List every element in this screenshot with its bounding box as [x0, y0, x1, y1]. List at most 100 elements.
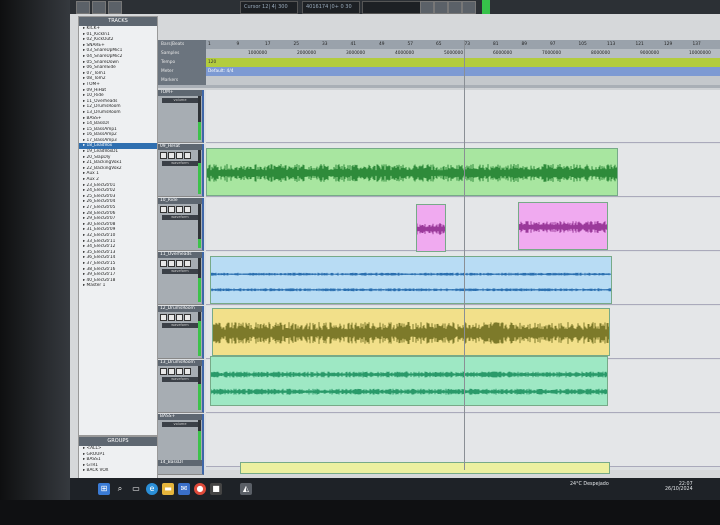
weather-text[interactable]: 24°C Despejado	[570, 482, 609, 487]
level-meter	[198, 366, 201, 410]
chrome-icon[interactable]: ●	[194, 483, 206, 495]
sample-number: 10000000	[689, 51, 711, 56]
group-list-item[interactable]: ▸ BACK VOX	[79, 468, 157, 474]
record-arm-button[interactable]	[160, 152, 167, 159]
tracks-panel-title: TRACKS	[79, 17, 157, 26]
clock-date: 26/10/2024	[665, 487, 693, 492]
track-header[interactable]: 12_DrumsRoom waveform	[158, 306, 204, 359]
audio-clip[interactable]	[212, 308, 610, 356]
track-header[interactable]: 14_BassDI	[158, 460, 204, 475]
waveform	[213, 322, 609, 344]
record-arm-button[interactable]	[160, 206, 167, 213]
solo-button[interactable]	[176, 206, 183, 213]
mute-button[interactable]	[184, 206, 191, 213]
folder-icon[interactable]: ▬	[162, 483, 174, 495]
ruler-meter[interactable]: Meter Default: 4/4	[158, 67, 720, 76]
search-icon[interactable]: ⌕	[114, 483, 126, 495]
solo-button[interactable]	[176, 314, 183, 321]
groups-list: ▸ <ALL> ▸ GROUP1 ▸ BASS1 ▸ GTR1 ▸ BACK VOX	[79, 446, 157, 474]
audio-clip[interactable]	[210, 256, 612, 304]
audio-clip[interactable]	[206, 148, 618, 196]
record-button[interactable]	[462, 1, 476, 14]
solo-button[interactable]	[176, 368, 183, 375]
bar-number: 97	[550, 42, 556, 47]
ruler-samples[interactable]: Samples 1000000 2000000 3000000 4000000 5000…	[158, 49, 720, 58]
play-button[interactable]	[434, 1, 448, 14]
track-view-selector[interactable]: waveform	[162, 215, 198, 220]
bar-number: 73	[464, 42, 470, 47]
sample-number: 5000000	[444, 51, 464, 56]
input-button[interactable]	[168, 314, 175, 321]
track-view-selector[interactable]: volume	[162, 422, 198, 427]
record-arm-button[interactable]	[160, 368, 167, 375]
mute-button[interactable]	[184, 314, 191, 321]
stop-button[interactable]	[448, 1, 462, 14]
groups-panel-title: GROUPS	[79, 437, 157, 446]
sample-number: 8000000	[591, 51, 611, 56]
solo-button[interactable]	[176, 152, 183, 159]
bar-number: 17	[265, 42, 271, 47]
mute-button[interactable]	[184, 260, 191, 267]
clock[interactable]: 22:07 26/10/2024	[665, 482, 693, 492]
input-button[interactable]	[168, 260, 175, 267]
markers-bar[interactable]	[206, 76, 720, 85]
task-view-icon[interactable]: ▭	[130, 483, 142, 495]
record-arm-button[interactable]	[160, 260, 167, 267]
track-view-selector[interactable]: volume	[162, 98, 198, 103]
audio-clip[interactable]	[416, 204, 446, 252]
waveform	[211, 371, 607, 395]
input-button[interactable]	[168, 368, 175, 375]
level-meter	[198, 258, 201, 302]
folder-lane[interactable]	[206, 414, 720, 467]
timeline-rulers: Bars|Beats 1 9 17 25 33 41 49 57 65 73 81 89 97 105 11…	[158, 40, 720, 88]
pro-tools-icon[interactable]: ◭	[240, 483, 252, 495]
ruler-label: Samples	[158, 49, 206, 58]
meter-bar[interactable]: Default: 4/4	[206, 67, 720, 76]
mute-button[interactable]	[184, 152, 191, 159]
ruler-markers[interactable]: Markers	[158, 76, 720, 85]
input-button[interactable]	[168, 152, 175, 159]
track-header[interactable]: 11_Overheads waveform	[158, 252, 204, 305]
toolbar: Cursor 12| 4| 300 4016174 |0+ 0 30	[70, 0, 720, 14]
track-name: 14_BassDI	[158, 460, 202, 466]
track-view-selector[interactable]: waveform	[162, 377, 198, 382]
sample-number: 1000000	[248, 51, 268, 56]
ruler-bars[interactable]: Bars|Beats 1 9 17 25 33 41 49 57 65 73 81 89 97 105 11…	[158, 40, 720, 49]
sample-number: 3000000	[346, 51, 366, 56]
track-header[interactable]: 13_DrumsRoom waveform	[158, 360, 204, 413]
ruler-label: Markers	[158, 76, 206, 85]
edge-icon[interactable]: e	[146, 483, 158, 495]
track-lane[interactable]	[206, 198, 720, 251]
track-header[interactable]: TOM+ volume	[158, 90, 204, 143]
bar-number: 81	[493, 42, 499, 47]
transport-button[interactable]	[76, 1, 90, 14]
audio-clip[interactable]	[518, 202, 608, 250]
transport-button[interactable]	[92, 1, 106, 14]
input-button[interactable]	[168, 206, 175, 213]
sample-number: 7000000	[542, 51, 562, 56]
mute-button[interactable]	[184, 368, 191, 375]
level-meter	[198, 312, 201, 356]
tempo-bar[interactable]: 120	[206, 58, 720, 67]
playhead-cursor[interactable]	[464, 40, 465, 470]
tracks-list: ▸ KICK+ ▸ 01_KickIn1 ▸ 02_KickOut2 ▸ SNARE+…	[79, 26, 157, 289]
audio-clip[interactable]	[210, 356, 608, 406]
transport-button[interactable]	[108, 1, 122, 14]
track-list-item[interactable]: ▸ Master 1	[79, 283, 157, 289]
solo-button[interactable]	[176, 260, 183, 267]
track-header[interactable]: 09_HiHat waveform	[158, 144, 204, 197]
track-view-selector[interactable]: waveform	[162, 323, 198, 328]
track-view-selector[interactable]: waveform	[162, 161, 198, 166]
taskbar: ⊞ ⌕ ▭ e ▬ ✉ ● ■ ◭ 24°C Despejado 22:07 2…	[70, 478, 720, 500]
ruler-tempo[interactable]: Tempo 120	[158, 58, 720, 67]
screen: Cursor 12| 4| 300 4016174 |0+ 0 30 TRACK…	[70, 0, 720, 500]
app-icon[interactable]: ■	[210, 483, 222, 495]
windows-start-icon[interactable]: ⊞	[98, 483, 110, 495]
mail-icon[interactable]: ✉	[178, 483, 190, 495]
record-arm-button[interactable]	[160, 314, 167, 321]
rewind-button[interactable]	[420, 1, 434, 14]
folder-lane[interactable]	[206, 90, 720, 143]
track-header[interactable]: 10_Ride waveform	[158, 198, 204, 251]
track-view-selector[interactable]: waveform	[162, 269, 198, 274]
audio-clip[interactable]	[240, 462, 610, 474]
